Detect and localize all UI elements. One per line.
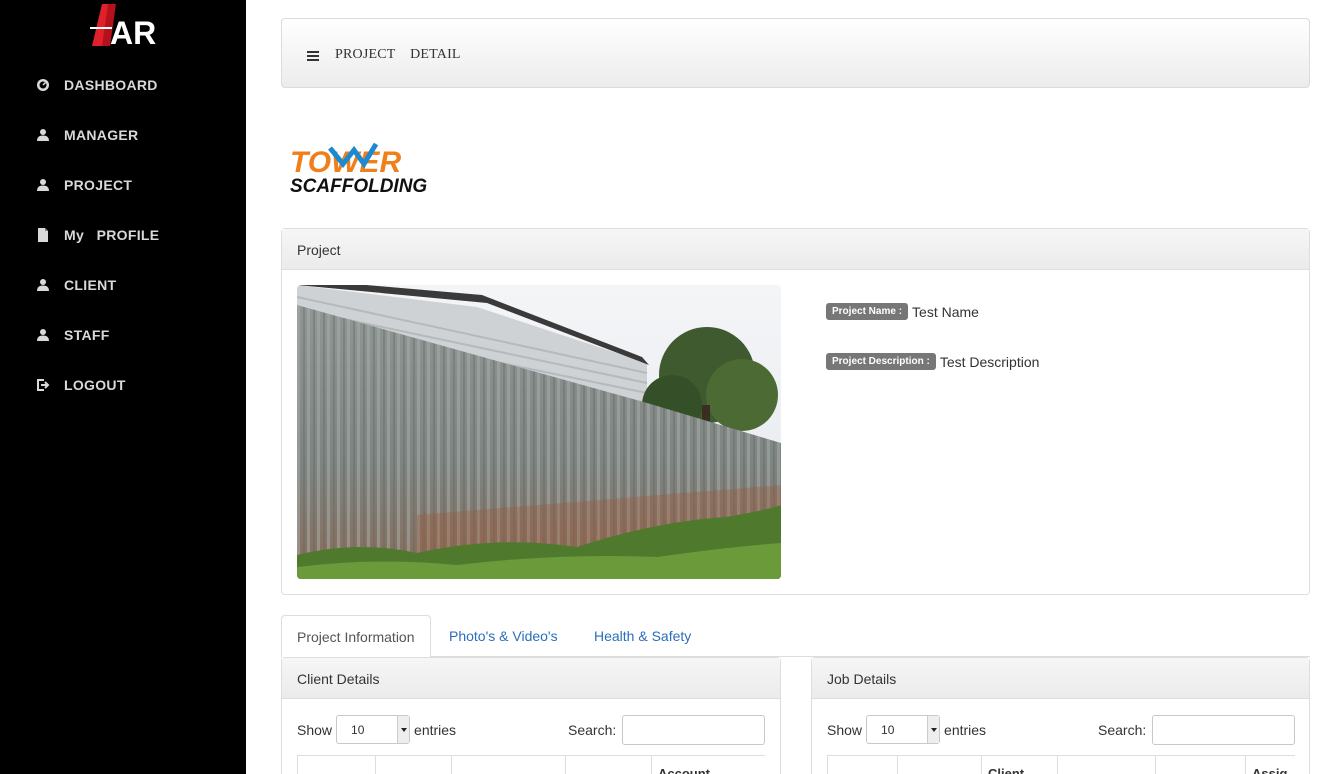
- project-name-row: Project Name : Test Name: [826, 303, 979, 320]
- job-column-header[interactable]: [1057, 756, 1155, 774]
- project-name-label: Project Name :: [826, 303, 909, 320]
- sidebar-item-project[interactable]: PROJECT: [36, 175, 132, 195]
- project-panel: Project Project Name: Test Name Project…: [281, 228, 1310, 595]
- user-icon: [36, 328, 50, 342]
- job-details-heading: Job Details: [812, 658, 1309, 699]
- page-header: PROJECT DETAIL: [281, 18, 1310, 88]
- entries-label: entries: [944, 721, 987, 738]
- project-tabs: Project Information Photo's & Video's He…: [281, 615, 1310, 658]
- project-name-value: Test Name: [912, 303, 979, 320]
- sidebar-item-logout[interactable]: LOGOUT: [36, 375, 126, 395]
- client-table-header: Account: [297, 755, 765, 774]
- entries-select-value: 10: [881, 723, 895, 737]
- show-label: Show: [827, 721, 863, 738]
- client-column-header[interactable]: [297, 756, 375, 774]
- sidebar-item-label: PROJECT: [64, 177, 133, 193]
- project-description-label: Project Description :: [826, 353, 936, 370]
- client-search: Search:: [568, 715, 766, 745]
- job-column-header[interactable]: Client: [981, 756, 1057, 774]
- project-description-value: Test Description: [939, 353, 1040, 370]
- user-icon: [36, 178, 50, 192]
- tab-health-safety[interactable]: Health & Safety: [579, 615, 706, 657]
- project-photo: [297, 285, 781, 579]
- search-label: Search:: [1098, 722, 1147, 738]
- job-details-panel: Job Details Show 10 entries Search: Clie…: [811, 657, 1310, 774]
- client-search-input[interactable]: [622, 715, 766, 745]
- job-entries-select[interactable]: 10: [866, 715, 941, 744]
- sidebar-item-my-profile[interactable]: My PROFILE: [36, 225, 159, 245]
- company-logo-text-2: SCAFFOLDING: [290, 176, 427, 196]
- project-description-row: Project Description : Test Description: [826, 353, 1039, 370]
- job-search-input[interactable]: [1152, 715, 1296, 745]
- job-column-header[interactable]: [827, 756, 897, 774]
- dashboard-icon: [36, 78, 50, 92]
- tab-project-information[interactable]: Project Information: [281, 615, 431, 658]
- sidebar: AR DASHBOARD MANAGER PROJECT My PROFILE …: [0, 0, 246, 774]
- client-column-header[interactable]: [375, 756, 451, 774]
- job-table-header: Client Assig: [827, 755, 1295, 774]
- company-logo: TOWER SCAFFOLDING: [288, 140, 460, 197]
- sidebar-item-label: DASHBOARD: [64, 77, 158, 93]
- sidebar-item-label: My PROFILE: [64, 227, 160, 243]
- hamburger-menu-icon[interactable]: [307, 48, 319, 61]
- job-column-header[interactable]: [1155, 756, 1245, 774]
- chevron-down-icon: [397, 716, 410, 743]
- job-search: Search:: [1098, 715, 1296, 745]
- client-details-heading: Client Details: [282, 658, 780, 699]
- job-entries-control: Show 10 entries: [827, 715, 986, 744]
- project-panel-heading: Project: [282, 229, 1309, 270]
- sidebar-item-client[interactable]: CLIENT: [36, 275, 116, 295]
- sidebar-item-dashboard[interactable]: DASHBOARD: [36, 75, 158, 95]
- client-column-header[interactable]: [565, 756, 651, 774]
- client-entries-select[interactable]: 10: [336, 715, 411, 744]
- brand-logo[interactable]: AR: [88, 2, 156, 51]
- page-title: PROJECT DETAIL: [335, 47, 461, 62]
- file-icon: [36, 228, 50, 242]
- sidebar-item-label: LOGOUT: [64, 377, 126, 393]
- show-label: Show: [297, 721, 333, 738]
- job-column-header[interactable]: [897, 756, 981, 774]
- client-column-header[interactable]: Account: [651, 756, 765, 774]
- sidebar-item-manager[interactable]: MANAGER: [36, 125, 138, 145]
- client-details-panel: Client Details Show 10 entries Search: A…: [281, 657, 781, 774]
- sidebar-item-label: STAFF: [64, 327, 110, 343]
- user-icon: [36, 278, 50, 292]
- client-entries-control: Show 10 entries: [297, 715, 456, 744]
- sidebar-item-label: CLIENT: [64, 277, 117, 293]
- job-column-header[interactable]: Assig: [1245, 756, 1295, 774]
- chevron-down-icon: [927, 716, 940, 743]
- client-column-header[interactable]: [451, 756, 565, 774]
- sidebar-item-staff[interactable]: STAFF: [36, 325, 110, 345]
- entries-label: entries: [414, 721, 457, 738]
- sidebar-item-label: MANAGER: [64, 127, 139, 143]
- user-icon: [36, 128, 50, 142]
- entries-select-value: 10: [351, 723, 365, 737]
- logout-icon: [36, 378, 50, 392]
- tab-photos-videos[interactable]: Photo's & Video's: [434, 615, 573, 657]
- brand-logo-text: AR: [110, 15, 156, 48]
- search-label: Search:: [568, 722, 617, 738]
